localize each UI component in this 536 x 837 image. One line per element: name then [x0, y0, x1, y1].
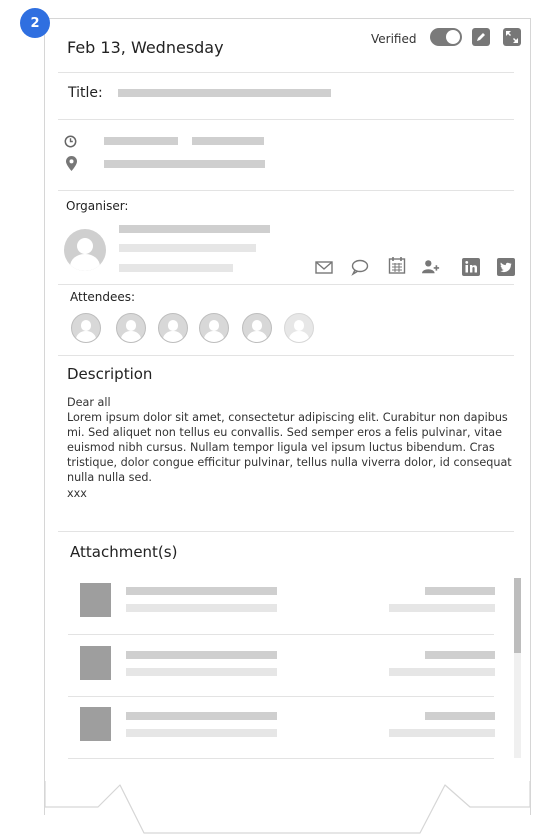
- attachment-name-placeholder: [126, 651, 277, 659]
- verified-label: Verified: [371, 32, 417, 46]
- attachment-thumbnail: [80, 583, 111, 617]
- chat-icon[interactable]: [351, 258, 369, 276]
- attachment-name-placeholder: [126, 712, 277, 720]
- expand-icon[interactable]: [503, 28, 521, 46]
- attendee-avatar[interactable]: [284, 313, 314, 343]
- organiser-company-placeholder: [119, 264, 233, 272]
- attendee-avatar[interactable]: [116, 313, 146, 343]
- attachment-date-placeholder: [389, 668, 495, 676]
- divider: [68, 634, 494, 635]
- toggle-knob: [446, 30, 460, 44]
- clock-icon: [64, 135, 77, 148]
- title-label: Title:: [68, 85, 103, 101]
- divider: [58, 72, 514, 73]
- location-pin-icon: [66, 156, 77, 171]
- mail-icon[interactable]: [315, 258, 333, 276]
- organiser-label: Organiser:: [66, 199, 129, 213]
- event-date: Feb 13, Wednesday: [67, 38, 224, 57]
- attendees-label: Attendees:: [70, 290, 136, 304]
- attendee-avatar[interactable]: [71, 313, 101, 343]
- attachment-meta-placeholder: [126, 604, 277, 612]
- description-signoff: xxx: [67, 486, 87, 500]
- calendar-icon[interactable]: [388, 256, 406, 274]
- attachment-meta-placeholder: [126, 729, 277, 737]
- location-placeholder: [104, 160, 265, 168]
- attendee-avatar[interactable]: [199, 313, 229, 343]
- description-body: Lorem ipsum dolor sit amet, consectetur …: [67, 411, 512, 485]
- attachment-size-placeholder: [425, 712, 495, 720]
- divider: [68, 758, 494, 759]
- divider: [58, 355, 514, 356]
- time-placeholder-end: [192, 137, 264, 145]
- attachment-name-placeholder: [126, 587, 277, 595]
- attachment-thumbnail: [80, 646, 111, 680]
- divider: [58, 119, 514, 120]
- attachment-thumbnail: [80, 707, 111, 741]
- attendee-avatar[interactable]: [158, 313, 188, 343]
- divider: [58, 284, 514, 285]
- attachments-label: Attachment(s): [70, 543, 178, 561]
- attachment-date-placeholder: [389, 604, 495, 612]
- verified-toggle[interactable]: [430, 28, 462, 46]
- attachment-size-placeholder: [425, 651, 495, 659]
- divider: [58, 531, 514, 532]
- time-placeholder: [104, 137, 178, 145]
- step-badge: 2: [20, 8, 50, 38]
- card-bottom-outline: [44, 781, 531, 834]
- attendee-avatar[interactable]: [242, 313, 272, 343]
- description-text: Dear all Lorem ipsum dolor sit amet, con…: [67, 395, 519, 501]
- divider: [58, 190, 514, 191]
- organiser-avatar: [64, 229, 106, 271]
- organiser-role-placeholder: [119, 244, 256, 252]
- description-label: Description: [67, 365, 153, 383]
- add-user-icon[interactable]: [422, 258, 440, 276]
- attachment-date-placeholder: [389, 729, 495, 737]
- edit-icon[interactable]: [472, 28, 490, 46]
- attachment-size-placeholder: [425, 587, 495, 595]
- title-placeholder: [118, 89, 331, 97]
- attachment-meta-placeholder: [126, 668, 277, 676]
- twitter-icon[interactable]: [497, 258, 515, 276]
- organiser-name-placeholder: [119, 225, 270, 233]
- divider: [68, 696, 494, 697]
- attachments-scrollbar-thumb[interactable]: [514, 578, 521, 653]
- description-greeting: Dear all: [67, 396, 111, 409]
- linkedin-icon[interactable]: [462, 258, 480, 276]
